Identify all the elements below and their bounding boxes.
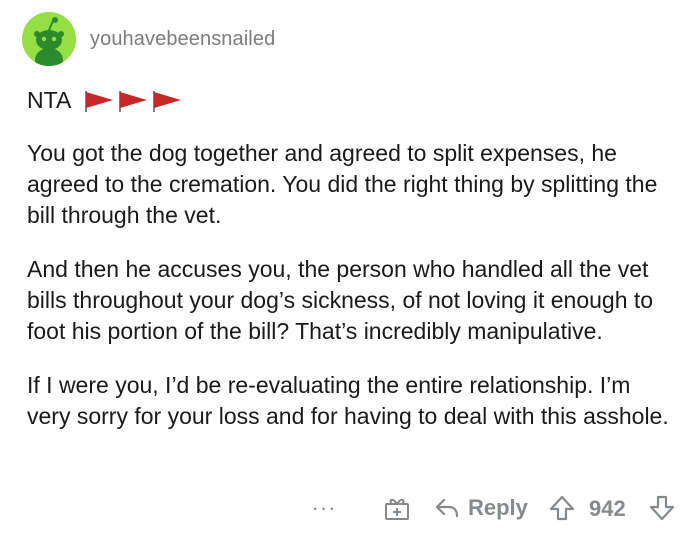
flair-text: NTA [27,87,72,113]
reply-label: Reply [468,495,528,520]
flair-flags [83,89,183,113]
downvote-arrow-icon[interactable] [648,494,676,522]
more-options-button[interactable]: ··· [309,490,339,526]
user-flair: NTA [27,87,183,114]
award-gift-icon[interactable] [383,494,411,522]
reply-arrow-icon [435,498,459,518]
upvote-arrow-icon[interactable] [548,494,576,522]
avatar[interactable] [22,12,76,66]
vote-score: 942 [589,496,626,521]
reply-button[interactable]: Reply [434,490,528,526]
comment-paragraph: If I were you, I’d be re-evaluating the … [27,372,669,429]
comment-actions: ··· Reply 942 [0,490,700,526]
red-flag-icon [85,90,114,112]
comment-body: You got the dog together and agreed to s… [27,138,677,455]
red-flag-icon [119,90,148,112]
comment-paragraph: You got the dog together and agreed to s… [27,140,658,228]
username[interactable]: youhavebeensnailed [90,28,275,51]
snoo-avatar-icon [34,17,64,66]
comment-header: youhavebeensnailed [22,12,275,66]
red-flag-icon [153,90,182,112]
comment-paragraph: And then he accuses you, the person who … [27,256,654,344]
